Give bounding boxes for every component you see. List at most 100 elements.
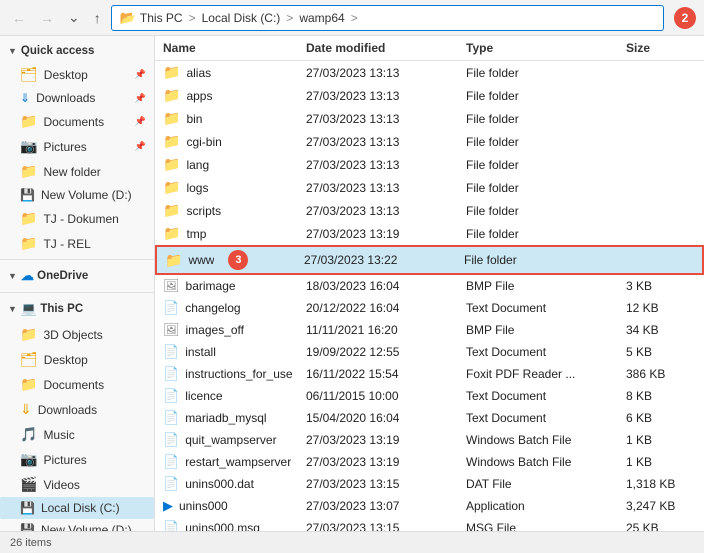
sidebar: ▼ Quick access 🗂 Desktop 📌 ⇓ Downloads 📌… bbox=[0, 36, 155, 531]
file-type: File folder bbox=[466, 227, 626, 241]
sidebar-item-newfolder[interactable]: 📁 New folder bbox=[0, 159, 154, 184]
file-name: tmp bbox=[186, 227, 206, 241]
file-date: 19/09/2022 12:55 bbox=[306, 345, 466, 359]
sidebar-item-music[interactable]: 🎵 Music bbox=[0, 422, 154, 447]
file-date: 11/11/2021 16:20 bbox=[306, 323, 466, 337]
table-row[interactable]: 📄 install 19/09/2022 12:55 Text Document… bbox=[155, 341, 704, 363]
file-size: 3 KB bbox=[626, 279, 696, 293]
forward-button[interactable]: → bbox=[36, 8, 58, 28]
sidebar-item-docs2[interactable]: 📁 Documents bbox=[0, 372, 154, 397]
folder-icon: 📷 bbox=[20, 138, 37, 155]
table-row[interactable]: 📄 changelog 20/12/2022 16:04 Text Docume… bbox=[155, 297, 704, 319]
sidebar-item-label: Downloads bbox=[38, 403, 97, 417]
table-row[interactable]: 📁 tmp 27/03/2023 13:19 File folder bbox=[155, 222, 704, 245]
folder-icon: 📁 bbox=[163, 179, 180, 196]
folder-icon: 📂 bbox=[120, 10, 136, 26]
file-date: 27/03/2023 13:15 bbox=[306, 477, 466, 491]
chevron-icon: ▼ bbox=[8, 271, 17, 281]
sidebar-item-newvolumed[interactable]: 💾 New Volume (D:) bbox=[0, 184, 154, 206]
sidebar-item-documents[interactable]: 📁 Documents 📌 bbox=[0, 109, 154, 134]
file-type: File folder bbox=[466, 181, 626, 195]
download-icon: ⇓ bbox=[20, 91, 30, 105]
step-3-badge: 3 bbox=[228, 250, 248, 270]
sidebar-onedrive-header[interactable]: ▼ ☁ OneDrive bbox=[0, 263, 154, 289]
table-row[interactable]: 📁 cgi-bin 27/03/2023 13:13 File folder bbox=[155, 130, 704, 153]
table-row[interactable]: 🖼 barimage 18/03/2023 16:04 BMP File 3 K… bbox=[155, 275, 704, 297]
address-bar[interactable]: 📂 This PC > Local Disk (C:) > wamp64 > bbox=[111, 5, 664, 31]
sidebar-quick-access-header[interactable]: ▼ Quick access bbox=[0, 40, 154, 62]
sidebar-item-tj-rel[interactable]: 📁 TJ - REL bbox=[0, 231, 154, 256]
sidebar-item-label: Documents bbox=[43, 378, 104, 392]
sidebar-item-local-disk-c[interactable]: 💾 Local Disk (C:) bbox=[0, 497, 154, 519]
sidebar-item-downloads2[interactable]: ⇓ Downloads bbox=[0, 397, 154, 422]
table-row[interactable]: 📄 unins000.dat 27/03/2023 13:15 DAT File… bbox=[155, 473, 704, 495]
sidebar-item-label: TJ - Dokumen bbox=[43, 212, 118, 226]
file-date: 27/03/2023 13:19 bbox=[306, 227, 466, 241]
file-name: install bbox=[185, 345, 216, 359]
table-row[interactable]: 📁 logs 27/03/2023 13:13 File folder bbox=[155, 176, 704, 199]
file-date: 27/03/2023 13:07 bbox=[306, 499, 466, 513]
sidebar-item-pictures2[interactable]: 📷 Pictures bbox=[0, 447, 154, 472]
file-type: Foxit PDF Reader ... bbox=[466, 367, 626, 381]
table-row[interactable]: 🖼 images_off 11/11/2021 16:20 BMP File 3… bbox=[155, 319, 704, 341]
up-button[interactable]: ↑ bbox=[90, 8, 105, 28]
folder-icon: 📁 bbox=[163, 87, 180, 104]
table-row[interactable]: 📄 instructions_for_use 16/11/2022 15:54 … bbox=[155, 363, 704, 385]
crumb-thispc: This PC bbox=[140, 11, 183, 25]
table-row[interactable]: 📁 scripts 27/03/2023 13:13 File folder bbox=[155, 199, 704, 222]
sidebar-item-desktop2[interactable]: 🗂 Desktop bbox=[0, 347, 154, 372]
quick-access-label: Quick access bbox=[21, 45, 95, 57]
file-date: 06/11/2015 10:00 bbox=[306, 389, 466, 403]
sidebar-item-desktop[interactable]: 🗂 Desktop 📌 bbox=[0, 62, 154, 87]
table-row-www[interactable]: 📁 www 3 27/03/2023 13:22 File folder bbox=[155, 245, 704, 275]
pdf-icon: 📄 bbox=[163, 366, 179, 382]
table-row[interactable]: 📁 bin 27/03/2023 13:13 File folder bbox=[155, 107, 704, 130]
file-type: BMP File bbox=[466, 279, 626, 293]
sidebar-item-3dobjects[interactable]: 📁 3D Objects bbox=[0, 322, 154, 347]
file-name: licence bbox=[185, 389, 222, 403]
file-name: logs bbox=[186, 181, 208, 195]
table-row[interactable]: 📄 mariadb_mysql 15/04/2020 16:04 Text Do… bbox=[155, 407, 704, 429]
sidebar-item-pictures[interactable]: 📷 Pictures 📌 bbox=[0, 134, 154, 159]
table-row[interactable]: 📁 alias 27/03/2023 13:13 File folder bbox=[155, 61, 704, 84]
file-type: Text Document bbox=[466, 345, 626, 359]
sidebar-item-videos[interactable]: 🎬 Videos bbox=[0, 472, 154, 497]
file-date: 27/03/2023 13:15 bbox=[306, 521, 466, 531]
file-type: File folder bbox=[466, 112, 626, 126]
table-row[interactable]: ▶ unins000 27/03/2023 13:07 Application … bbox=[155, 495, 704, 517]
file-name: bin bbox=[186, 112, 202, 126]
pin-icon: 📌 bbox=[135, 93, 146, 104]
table-row[interactable]: 📄 licence 06/11/2015 10:00 Text Document… bbox=[155, 385, 704, 407]
file-date: 27/03/2023 13:13 bbox=[306, 112, 466, 126]
sidebar-item-tj-dokumen[interactable]: 📁 TJ - Dokumen bbox=[0, 206, 154, 231]
header-date: Date modified bbox=[306, 41, 466, 55]
file-type: BMP File bbox=[466, 323, 626, 337]
file-type: Text Document bbox=[466, 301, 626, 315]
image-icon: 🖼 bbox=[163, 322, 180, 338]
recent-button[interactable]: ⌄ bbox=[64, 7, 84, 28]
file-type: File folder bbox=[466, 204, 626, 218]
folder-icon: 📁 bbox=[20, 210, 37, 227]
back-button[interactable]: ← bbox=[8, 8, 30, 28]
file-size: 3,247 KB bbox=[626, 499, 696, 513]
header-size: Size bbox=[626, 41, 696, 55]
sidebar-item-new-volume-d[interactable]: 💾 New Volume (D:) bbox=[0, 519, 154, 531]
sidebar-item-label: Desktop bbox=[44, 68, 88, 82]
header-name: Name bbox=[163, 41, 306, 55]
sidebar-item-downloads[interactable]: ⇓ Downloads 📌 bbox=[0, 87, 154, 109]
this-pc-label: This PC bbox=[40, 303, 83, 315]
table-row[interactable]: 📁 apps 27/03/2023 13:13 File folder bbox=[155, 84, 704, 107]
onedrive-icon: ☁ bbox=[21, 268, 34, 284]
table-row[interactable]: 📄 restart_wampserver 27/03/2023 13:19 Wi… bbox=[155, 451, 704, 473]
sidebar-item-label: Documents bbox=[43, 115, 104, 129]
sidebar-item-label: Downloads bbox=[36, 91, 95, 105]
table-row[interactable]: 📁 lang 27/03/2023 13:13 File folder bbox=[155, 153, 704, 176]
file-name: images_off bbox=[186, 323, 244, 337]
sidebar-item-label: Pictures bbox=[43, 140, 86, 154]
file-type: File folder bbox=[464, 253, 624, 267]
table-row[interactable]: 📄 quit_wampserver 27/03/2023 13:19 Windo… bbox=[155, 429, 704, 451]
file-date: 20/12/2022 16:04 bbox=[306, 301, 466, 315]
table-row[interactable]: 📄 unins000.msg 27/03/2023 13:15 MSG File… bbox=[155, 517, 704, 531]
sidebar-this-pc-header[interactable]: ▼ 💻 This PC bbox=[0, 296, 154, 322]
file-name: www bbox=[188, 253, 214, 267]
